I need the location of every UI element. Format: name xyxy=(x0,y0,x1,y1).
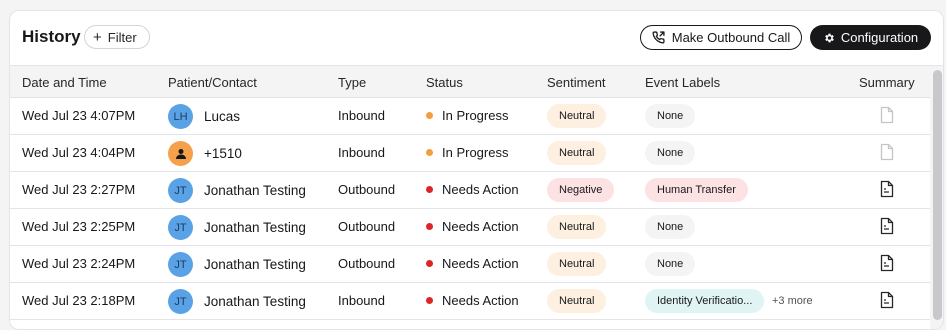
status-dot-icon xyxy=(426,186,433,193)
contact-name[interactable]: Jonathan Testing xyxy=(204,183,306,198)
configuration-label: Configuration xyxy=(840,30,919,45)
contact-name[interactable]: Jonathan Testing xyxy=(204,257,306,272)
status: Needs Action xyxy=(426,219,519,234)
avatar: JT xyxy=(168,289,193,314)
vertical-scrollbar[interactable] xyxy=(930,65,943,329)
sentiment-badge: Neutral xyxy=(547,252,607,276)
avatar: JT xyxy=(168,178,193,203)
sentiment-badge: Negative xyxy=(547,178,615,202)
avatar-initials: LH xyxy=(173,110,188,123)
avatar-initials: JT xyxy=(174,221,187,234)
status: In Progress xyxy=(426,108,508,123)
call-type: Inbound xyxy=(338,145,385,160)
document-icon[interactable] xyxy=(879,291,895,309)
avatar: LH xyxy=(168,104,193,129)
status-text: Needs Action xyxy=(442,256,519,271)
status-dot-icon xyxy=(426,149,433,156)
history-card: History + Filter Make Outbound Call Conf… xyxy=(9,10,944,330)
call-datetime: Wed Jul 23 4:07PM xyxy=(22,108,136,123)
sentiment-badge: Neutral xyxy=(547,104,607,128)
event-label-badge: None xyxy=(645,104,696,128)
event-label-badge: Human Transfer xyxy=(645,178,748,202)
call-type: Inbound xyxy=(338,108,385,123)
page-title: History xyxy=(22,27,81,46)
table-row[interactable]: Wed Jul 23 2:27PM JT Jonathan Testing Outbo… xyxy=(10,172,930,209)
sentiment-badge: Neutral xyxy=(547,215,607,239)
make-outbound-call-button[interactable]: Make Outbound Call xyxy=(640,25,802,50)
plus-icon: + xyxy=(93,28,102,46)
phone-outgoing-icon xyxy=(652,31,665,44)
contact-name[interactable]: Jonathan Testing xyxy=(204,294,306,309)
table-row[interactable]: Wed Jul 23 2:24PM JT Jonathan Testing Outbo… xyxy=(10,246,930,283)
contact-name[interactable]: Lucas xyxy=(204,109,240,124)
document-icon[interactable] xyxy=(879,217,895,235)
event-label-badge: None xyxy=(645,141,696,165)
avatar: JT xyxy=(168,252,193,277)
status-text: In Progress xyxy=(442,108,509,123)
column-header-contact[interactable]: Patient/Contact xyxy=(168,75,257,90)
gear-icon xyxy=(825,33,834,42)
table-row[interactable]: Wed Jul 23 2:25PM JT Jonathan Testing Outbo… xyxy=(10,209,930,246)
status: Needs Action xyxy=(426,293,519,308)
document-faded-icon[interactable] xyxy=(879,106,895,124)
contact-name[interactable]: Jonathan Testing xyxy=(204,220,306,235)
avatar-initials: JT xyxy=(174,258,187,271)
event-label-badge: None xyxy=(645,215,696,239)
sentiment-badge: Neutral xyxy=(547,141,607,165)
status-dot-icon xyxy=(426,260,433,267)
document-icon[interactable] xyxy=(879,254,895,272)
sentiment-badge: Neutral xyxy=(547,289,607,313)
event-label-badge: None xyxy=(645,252,696,276)
status: Needs Action xyxy=(426,256,519,271)
event-label-badge: Identity Verificatio... xyxy=(645,289,765,313)
table-header: Date and Time Patient/Contact Type Statu… xyxy=(10,65,930,98)
status-text: Needs Action xyxy=(442,293,519,308)
status-text: Needs Action xyxy=(442,182,519,197)
more-labels-link[interactable]: +3 more xyxy=(772,295,813,307)
filter-button[interactable]: + Filter xyxy=(84,25,150,49)
column-header-summary[interactable]: Summary xyxy=(859,75,915,90)
document-faded-icon[interactable] xyxy=(879,143,895,161)
status: Needs Action xyxy=(426,182,519,197)
table-row[interactable]: Wed Jul 23 4:04PM +1510 Inbound In Progress… xyxy=(10,135,930,172)
status-text: Needs Action xyxy=(442,219,519,234)
call-datetime: Wed Jul 23 2:18PM xyxy=(22,293,136,308)
avatar-initials: JT xyxy=(174,295,187,308)
status-dot-icon xyxy=(426,223,433,230)
call-type: Outbound xyxy=(338,256,396,271)
column-header-event-labels[interactable]: Event Labels xyxy=(645,75,720,90)
status-text: In Progress xyxy=(442,145,509,160)
call-type: Outbound xyxy=(338,182,396,197)
status-dot-icon xyxy=(426,297,433,304)
call-datetime: Wed Jul 23 4:04PM xyxy=(22,145,136,160)
call-type: Outbound xyxy=(338,219,396,234)
avatar xyxy=(168,141,193,166)
contact-name[interactable]: +1510 xyxy=(204,146,242,161)
table-row[interactable]: Wed Jul 23 2:18PM JT Jonathan Testing Inbou… xyxy=(10,283,930,320)
call-datetime: Wed Jul 23 2:25PM xyxy=(22,219,136,234)
table-row[interactable]: Wed Jul 23 4:07PM LH Lucas Inbound In Progre… xyxy=(10,98,930,135)
make-outbound-call-label: Make Outbound Call xyxy=(671,30,791,45)
history-header: History + Filter Make Outbound Call Conf… xyxy=(10,11,943,65)
column-header-status[interactable]: Status xyxy=(426,75,463,90)
call-type: Inbound xyxy=(338,293,385,308)
status: In Progress xyxy=(426,145,508,160)
column-header-sentiment[interactable]: Sentiment xyxy=(547,75,606,90)
column-header-date[interactable]: Date and Time xyxy=(22,75,107,90)
avatar-initials: JT xyxy=(174,184,187,197)
call-datetime: Wed Jul 23 2:27PM xyxy=(22,182,136,197)
document-icon[interactable] xyxy=(879,180,895,198)
filter-label: Filter xyxy=(107,29,137,45)
person-icon xyxy=(175,148,186,159)
column-header-type[interactable]: Type xyxy=(338,75,366,90)
configuration-button[interactable]: Configuration xyxy=(810,25,931,50)
avatar: JT xyxy=(168,215,193,240)
status-dot-icon xyxy=(426,112,433,119)
scrollbar-thumb[interactable] xyxy=(933,70,942,320)
call-datetime: Wed Jul 23 2:24PM xyxy=(22,256,136,271)
